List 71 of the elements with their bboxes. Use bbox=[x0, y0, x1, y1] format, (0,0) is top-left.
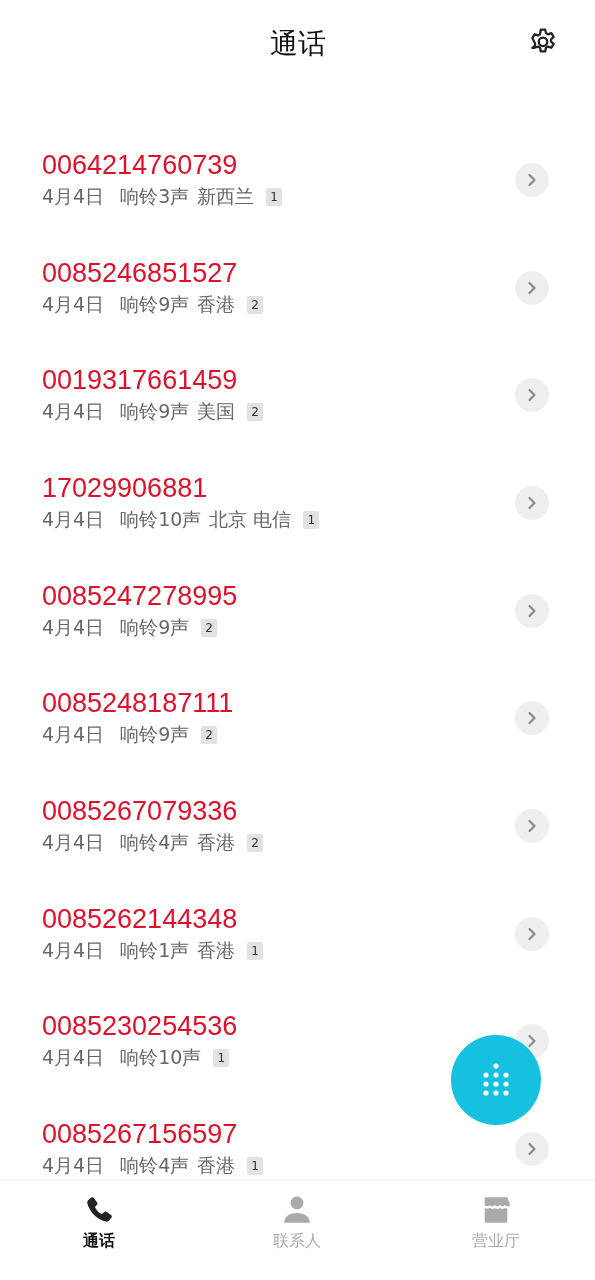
chevron-icon bbox=[527, 603, 537, 618]
call-date: 4月4日 bbox=[42, 183, 105, 209]
call-count: 1 bbox=[247, 1157, 263, 1176]
nav-tab[interactable]: 营业厅 bbox=[396, 1181, 595, 1280]
details-button[interactable] bbox=[515, 485, 549, 520]
call-count: 1 bbox=[266, 187, 282, 206]
call-date: 4月4日 bbox=[42, 937, 105, 963]
call-date: 4月4日 bbox=[42, 506, 105, 532]
chevron-icon bbox=[527, 495, 537, 510]
call-date: 4月4日 bbox=[42, 722, 105, 748]
ring-count: 响铃3声 bbox=[120, 183, 190, 209]
call-count: 2 bbox=[201, 618, 217, 637]
phone-number: 0085267156597 bbox=[42, 1119, 238, 1151]
nav-tab[interactable]: 通话 bbox=[0, 1181, 199, 1280]
call-date: 4月4日 bbox=[42, 1045, 105, 1071]
call-location: 香港 bbox=[197, 937, 236, 963]
chevron-icon bbox=[527, 818, 537, 833]
chevron-icon bbox=[527, 926, 537, 941]
phone-number: 0085248187111 bbox=[42, 688, 234, 720]
phone-number: 0085247278995 bbox=[42, 580, 238, 612]
ring-count: 响铃9声 bbox=[120, 399, 190, 425]
chevron-icon bbox=[527, 280, 537, 295]
phone-number: 17029906881 bbox=[42, 472, 208, 504]
ring-count: 响铃9声 bbox=[120, 614, 190, 640]
details-button[interactable] bbox=[515, 808, 549, 843]
phone-number: 0085230254536 bbox=[42, 1011, 238, 1043]
dialpad-icon bbox=[481, 1063, 511, 1097]
ring-count: 响铃4声 bbox=[120, 1153, 190, 1179]
ring-count: 响铃9声 bbox=[120, 291, 190, 317]
ring-count: 响铃1声 bbox=[120, 937, 190, 963]
details-button[interactable] bbox=[515, 701, 549, 736]
nav-tab[interactable]: 联系人 bbox=[198, 1181, 397, 1280]
ring-count: 响铃10声 bbox=[120, 1045, 202, 1071]
call-date: 4月4日 bbox=[42, 614, 105, 640]
call-count: 1 bbox=[303, 510, 320, 529]
call-date: 4月4日 bbox=[42, 399, 105, 425]
ring-count: 响铃4声 bbox=[120, 829, 190, 855]
call-date: 4月4日 bbox=[42, 291, 105, 317]
ring-count: 响铃9声 bbox=[120, 722, 190, 748]
details-button[interactable] bbox=[515, 378, 549, 413]
details-button[interactable] bbox=[515, 270, 549, 305]
phone-number: 0085246851527 bbox=[42, 257, 238, 289]
details-button[interactable] bbox=[515, 916, 549, 951]
call-location: 香港 bbox=[197, 1153, 236, 1179]
call-location: 美国 bbox=[197, 399, 236, 425]
ring-count: 响铃10声 bbox=[120, 506, 202, 532]
details-button[interactable] bbox=[515, 1132, 549, 1167]
call-count: 2 bbox=[247, 295, 263, 314]
chevron-icon bbox=[527, 1034, 537, 1049]
chevron-icon bbox=[527, 711, 537, 726]
chevron-icon bbox=[527, 172, 537, 187]
phone-number: 0019317661459 bbox=[42, 365, 238, 397]
details-button[interactable] bbox=[515, 593, 549, 628]
phone-number: 0085262144348 bbox=[42, 903, 238, 935]
call-location: 北京 电信 bbox=[209, 506, 292, 532]
details-button[interactable] bbox=[515, 162, 549, 197]
call-count: 1 bbox=[213, 1049, 229, 1068]
call-date: 4月4日 bbox=[42, 1153, 105, 1179]
call-count: 2 bbox=[247, 833, 263, 852]
call-date: 4月4日 bbox=[42, 829, 105, 855]
call-location: 新西兰 bbox=[197, 183, 255, 209]
call-count: 2 bbox=[201, 726, 217, 745]
call-location: 香港 bbox=[197, 829, 236, 855]
phone-number: 0064214760739 bbox=[42, 149, 238, 181]
chevron-icon bbox=[527, 1142, 537, 1157]
call-location: 香港 bbox=[197, 291, 236, 317]
call-count: 2 bbox=[247, 403, 263, 422]
chevron-icon bbox=[527, 388, 537, 403]
screen-title: 通话 bbox=[269, 26, 326, 62]
call-count: 1 bbox=[247, 941, 263, 960]
phone-number: 0085267079336 bbox=[42, 795, 238, 827]
